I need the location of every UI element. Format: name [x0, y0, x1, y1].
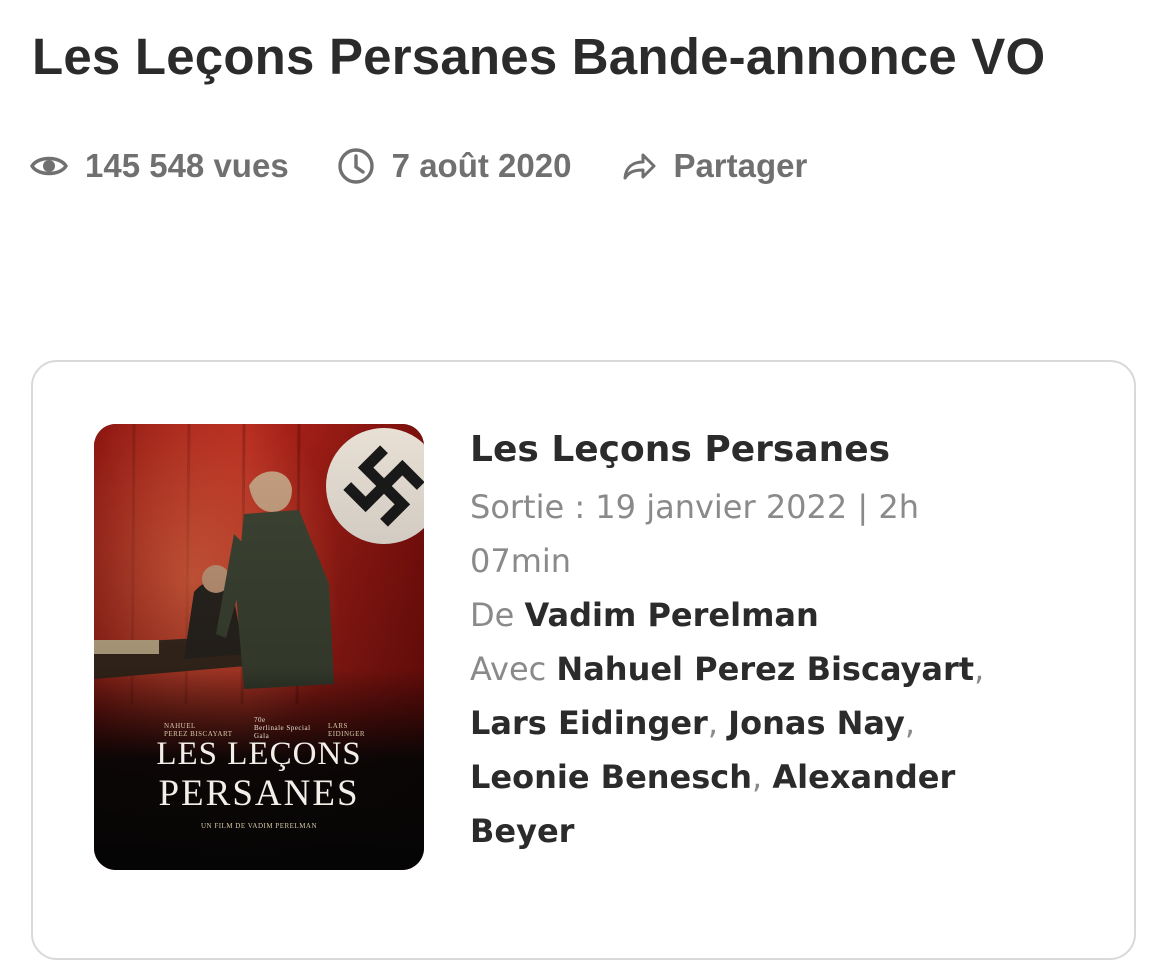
share-button[interactable]: Partager: [621, 147, 807, 185]
view-count: 145 548 vues: [30, 147, 289, 185]
cast-line: Avec Nahuel Perez Biscayart, Lars Eiding…: [470, 650, 985, 850]
movie-card: NAHUEL PEREZ BISCAYART 70e Berlinale Speci…: [31, 360, 1136, 960]
share-label: Partager: [673, 147, 808, 184]
cast-member[interactable]: Lars Eidinger: [470, 704, 708, 742]
cast-member[interactable]: Leonie Benesch: [470, 758, 752, 796]
publish-date-text: 7 août 2020: [391, 147, 572, 184]
director-line: De Vadim Perelman: [470, 588, 1050, 642]
page-title: Les Leçons Persanes Bande-annonce VO: [32, 28, 1046, 85]
share-arrow-icon: [621, 148, 657, 184]
movie-info: Les Leçons Persanes Sortie : 19 janvier …: [470, 426, 1050, 858]
movie-title[interactable]: Les Leçons Persanes: [470, 426, 1050, 474]
cast-member[interactable]: Jonas Nay: [728, 704, 905, 742]
movie-poster[interactable]: NAHUEL PEREZ BISCAYART 70e Berlinale Speci…: [94, 424, 424, 870]
clock-icon: [337, 147, 375, 185]
video-meta: 145 548 vues 7 août 2020 Partager: [30, 140, 807, 192]
eye-icon: [30, 147, 68, 185]
release-info: Sortie : 19 janvier 2022 | 2h 07min: [470, 488, 920, 580]
publish-date: 7 août 2020: [337, 147, 572, 185]
director-prefix: De: [470, 596, 515, 634]
cast-member[interactable]: Nahuel Perez Biscayart: [556, 650, 974, 688]
poster-title-line-1: LES LEÇONS: [156, 736, 362, 772]
view-count-text: 145 548 vues: [85, 147, 289, 184]
poster-title-line-2: PERSANES: [158, 773, 360, 814]
cast-prefix: Avec: [470, 650, 547, 688]
director-name[interactable]: Vadim Perelman: [525, 596, 819, 634]
poster-director-credit: UN FILM DE VADIM PERELMAN: [200, 822, 318, 830]
